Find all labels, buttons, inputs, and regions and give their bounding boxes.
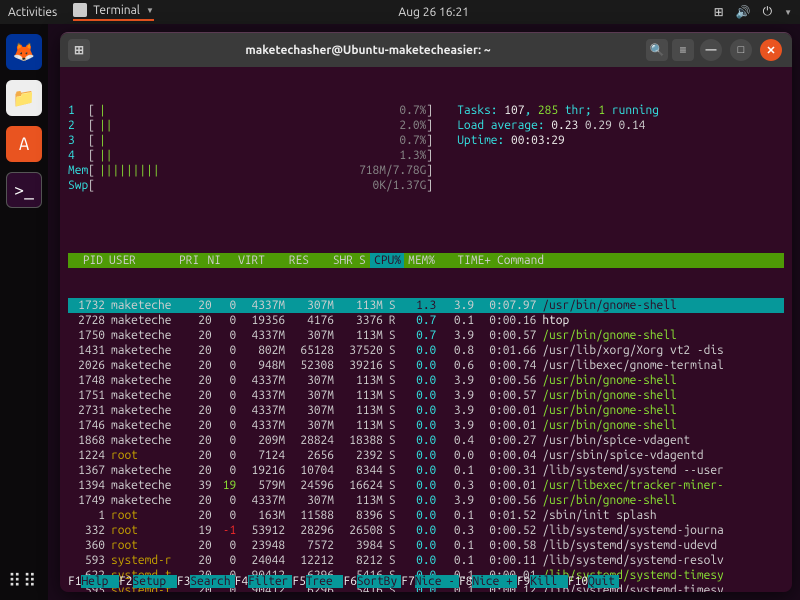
fkey-F4[interactable]: F4 (235, 575, 248, 588)
window-title: maketechasher@Ubuntu-maketecheasier: ~ (92, 44, 644, 57)
process-row[interactable]: 1749 maketeche 20 0 4337M 307M 113M S 0.… (68, 493, 784, 508)
clock[interactable]: Aug 26 16:21 (154, 6, 714, 19)
chevron-down-icon: ▼ (146, 6, 154, 15)
chevron-down-icon: ▼ (784, 8, 792, 17)
show-apps-icon[interactable]: ⠿⠿ (8, 571, 38, 592)
power-icon[interactable]: ⏻ (763, 5, 773, 19)
process-row[interactable]: 1224 root 20 0 7124 2656 2392 S 0.0 0.0 … (68, 448, 784, 463)
fkey-F1[interactable]: F1 (68, 575, 81, 588)
fkey-F2[interactable]: F2 (119, 575, 132, 588)
process-row[interactable]: 2026 maketeche 20 0 948M 52308 39216 S 0… (68, 358, 784, 373)
dock: 🦊 📁 A >_ ⠿⠿ (0, 24, 48, 600)
process-row[interactable]: 1751 maketeche 20 0 4337M 307M 113M S 0.… (68, 388, 784, 403)
column-headers[interactable]: PIDUSERPRINIVIRTRESSHRSCPU%MEM%TIME+Comm… (68, 253, 784, 268)
process-row[interactable]: 1 root 20 0 163M 11588 8396 S 0.0 0.1 0:… (68, 508, 784, 523)
fkey-F10[interactable]: F10 (568, 575, 588, 588)
window-titlebar[interactable]: ⊞ maketechasher@Ubuntu-maketecheasier: ~… (60, 33, 792, 67)
process-row[interactable]: 332 root 19 -1 53912 28296 26508 S 0.0 0… (68, 523, 784, 538)
fkey-F5[interactable]: F5 (292, 575, 305, 588)
process-row[interactable]: 1394 maketeche 39 19 579M 24596 16624 S … (68, 478, 784, 493)
process-row[interactable]: 1746 maketeche 20 0 4337M 307M 113M S 0.… (68, 418, 784, 433)
process-row[interactable]: 593 systemd-r 20 0 24044 12212 8212 S 0.… (68, 553, 784, 568)
menu-button[interactable]: ≡ (672, 39, 694, 61)
process-row[interactable]: 1750 maketeche 20 0 4337M 307M 113M S 0.… (68, 328, 784, 343)
process-row[interactable]: 360 root 20 0 23948 7572 3984 S 0.0 0.1 … (68, 538, 784, 553)
terminal-icon[interactable]: >_ (6, 172, 42, 208)
fkey-F9[interactable]: F9 (517, 575, 530, 588)
fkey-F3[interactable]: F3 (177, 575, 190, 588)
close-button[interactable]: ✕ (760, 39, 782, 61)
activities-button[interactable]: Activities (8, 6, 57, 19)
process-row[interactable]: 1748 maketeche 20 0 4337M 307M 113M S 0.… (68, 373, 784, 388)
active-app-indicator[interactable]: Terminal ▼ (73, 3, 154, 21)
process-row[interactable]: 1868 maketeche 20 0 209M 28824 18388 S 0… (68, 433, 784, 448)
process-row[interactable]: 1431 maketeche 20 0 802M 65128 37520 S 0… (68, 343, 784, 358)
search-button[interactable]: 🔍 (646, 39, 668, 61)
new-tab-button[interactable]: ⊞ (68, 39, 90, 61)
gnome-topbar: Activities Terminal ▼ Aug 26 16:21 ⊞ 🔊 ⏻… (0, 0, 800, 24)
terminal-output[interactable]: 1[|0.7%]Tasks: 107, 285 thr; 1 running2[… (60, 67, 792, 592)
maximize-button[interactable]: □ (730, 39, 752, 61)
process-row[interactable]: 1367 maketeche 20 0 19216 10704 8344 S 0… (68, 463, 784, 478)
process-table[interactable]: 1732 maketeche 20 0 4337M 307M 113M S 1.… (68, 298, 784, 592)
volume-icon[interactable]: 🔊 (736, 5, 751, 19)
firefox-icon[interactable]: 🦊 (6, 34, 42, 70)
fkey-bar[interactable]: F1Help F2Setup F3SearchF4FilterF5Tree F6… (68, 575, 784, 588)
process-row[interactable]: 1732 maketeche 20 0 4337M 307M 113M S 1.… (68, 298, 784, 313)
terminal-app-icon (73, 3, 87, 17)
network-icon[interactable]: ⊞ (714, 5, 724, 19)
fkey-F7[interactable]: F7 (401, 575, 414, 588)
fkey-F6[interactable]: F6 (343, 575, 356, 588)
software-store-icon[interactable]: A (6, 126, 42, 162)
process-row[interactable]: 2731 maketeche 20 0 4337M 307M 113M S 0.… (68, 403, 784, 418)
files-icon[interactable]: 📁 (6, 80, 42, 116)
cpu-meters: 1[|0.7%]Tasks: 107, 285 thr; 1 running2[… (68, 103, 784, 193)
terminal-window: ⊞ maketechasher@Ubuntu-maketecheasier: ~… (60, 32, 792, 592)
process-row[interactable]: 2728 maketeche 20 0 19356 4176 3376 R 0.… (68, 313, 784, 328)
fkey-F8[interactable]: F8 (459, 575, 472, 588)
minimize-button[interactable]: — (700, 39, 722, 61)
